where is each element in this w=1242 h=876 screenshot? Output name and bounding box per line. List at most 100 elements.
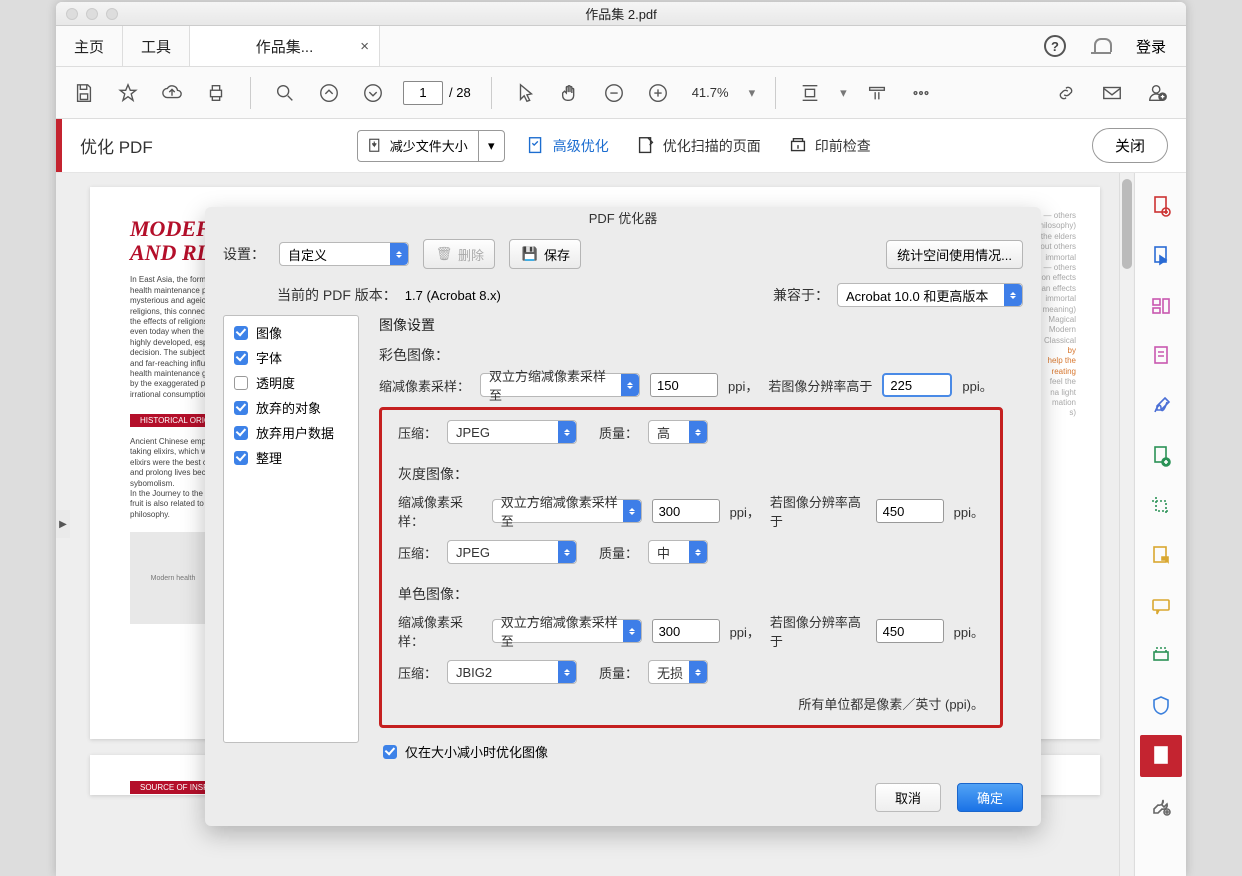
organize-icon[interactable] <box>1140 335 1182 377</box>
category-checkbox[interactable] <box>234 451 248 465</box>
category-checkbox[interactable] <box>234 326 248 340</box>
mono-compress-select[interactable]: JBIG2 <box>447 660 577 684</box>
hand-icon[interactable] <box>556 79 584 107</box>
gray-downsample-select[interactable]: 双立方缩减像素采样至 <box>492 499 642 523</box>
color-ppi-input[interactable] <box>650 373 718 397</box>
category-checkbox[interactable] <box>234 426 248 440</box>
zoom-in-icon[interactable] <box>644 79 672 107</box>
scrollbar[interactable] <box>1119 173 1133 876</box>
color-quality-select[interactable]: 高 <box>648 420 708 444</box>
tab-tools[interactable]: 工具 <box>123 26 190 66</box>
tab-document-label: 作品集... <box>256 36 314 57</box>
close-toolbar-button[interactable]: 关闭 <box>1092 128 1168 163</box>
category-item-3[interactable]: 放弃的对象 <box>224 395 358 420</box>
login-link[interactable]: 登录 <box>1136 36 1166 57</box>
dialog-title: PDF 优化器 <box>205 207 1041 231</box>
tab-document[interactable]: 作品集... × <box>190 26 380 66</box>
category-item-1[interactable]: 字体 <box>224 345 358 370</box>
gray-above-input[interactable] <box>876 499 944 523</box>
create-pdf-icon[interactable] <box>1140 185 1182 227</box>
export-pdf-icon[interactable] <box>1140 235 1182 277</box>
optimize-pdf-icon[interactable] <box>1140 735 1182 777</box>
advanced-optimize-button[interactable]: 高级优化 <box>519 135 615 157</box>
color-downsample-select[interactable]: 双立方缩减像素采样至 <box>480 373 640 397</box>
reduce-filesize-button[interactable]: 减少文件大小 ▾ <box>357 130 505 162</box>
fit-width-icon[interactable] <box>796 79 824 107</box>
star-icon[interactable] <box>114 79 142 107</box>
category-label: 整理 <box>256 448 282 467</box>
expand-left-panel-icon[interactable]: ▶ <box>56 510 70 538</box>
mono-downsample-select[interactable]: 双立方缩减像素采样至 <box>492 619 642 643</box>
print-prod-icon[interactable] <box>1140 635 1182 677</box>
preflight-button[interactable]: 印前检查 <box>781 135 877 157</box>
note-icon[interactable] <box>1140 585 1182 627</box>
bell-icon[interactable] <box>1090 35 1112 57</box>
protect-icon[interactable] <box>1140 685 1182 727</box>
compat-select[interactable]: Acrobat 10.0 和更高版本 <box>837 283 1023 307</box>
category-item-0[interactable]: 图像 <box>224 320 358 345</box>
search-icon[interactable] <box>271 79 299 107</box>
gray-ppi-input[interactable] <box>652 499 720 523</box>
optimize-scan-button[interactable]: 优化扫描的页面 <box>629 135 767 157</box>
close-tab-icon[interactable]: × <box>360 38 369 55</box>
page-down-icon[interactable] <box>359 79 387 107</box>
read-mode-icon[interactable] <box>863 79 891 107</box>
more-icon[interactable] <box>907 79 935 107</box>
more-tools-icon[interactable] <box>1140 785 1182 827</box>
scroll-thumb[interactable] <box>1122 179 1132 269</box>
email-icon[interactable] <box>1098 79 1126 107</box>
category-label: 放弃的对象 <box>256 398 321 417</box>
zoom-out-icon[interactable] <box>600 79 628 107</box>
mono-ppi-input[interactable] <box>652 619 720 643</box>
current-version-value: 1.7 (Acrobat 8.x) <box>405 288 501 303</box>
print-icon[interactable] <box>202 79 230 107</box>
optimize-only-smaller-label: 仅在大小减小时优化图像 <box>405 742 548 761</box>
close-window-icon[interactable] <box>66 8 78 20</box>
edit-pdf-icon[interactable] <box>1140 285 1182 327</box>
category-checkbox[interactable] <box>234 401 248 415</box>
crop-icon[interactable] <box>1140 485 1182 527</box>
page-up-icon[interactable] <box>315 79 343 107</box>
help-icon[interactable]: ? <box>1044 35 1066 57</box>
add-user-icon[interactable] <box>1144 79 1172 107</box>
color-compress-select[interactable]: JPEG <box>447 420 577 444</box>
minimize-window-icon[interactable] <box>86 8 98 20</box>
mono-above-input[interactable] <box>876 619 944 643</box>
page-current-input[interactable] <box>403 81 443 105</box>
mono-quality-select[interactable]: 无损 <box>648 660 708 684</box>
category-label: 透明度 <box>256 373 295 392</box>
pointer-icon[interactable] <box>512 79 540 107</box>
pdf-optimizer-dialog: PDF 优化器 设置： 自定义 🗑删除 💾保存 统计空间使用情况... 当前的 … <box>205 207 1041 826</box>
space-audit-button[interactable]: 统计空间使用情况... <box>886 240 1023 269</box>
category-item-5[interactable]: 整理 <box>224 445 358 470</box>
sign-icon[interactable] <box>1140 385 1182 427</box>
delete-preset-button[interactable]: 🗑删除 <box>423 239 495 269</box>
zoom-dropdown-icon[interactable]: ▾ <box>749 85 756 101</box>
accent-bar <box>56 119 62 172</box>
fit-dropdown-icon[interactable]: ▾ <box>840 85 847 101</box>
category-checkbox[interactable] <box>234 351 248 365</box>
save-icon[interactable] <box>70 79 98 107</box>
optimize-toolbar: 优化 PDF 减少文件大小 ▾ 高级优化 优化扫描的页面 印前检查 关闭 <box>56 119 1186 173</box>
save-preset-button[interactable]: 💾保存 <box>509 239 581 269</box>
cloud-upload-icon[interactable] <box>158 79 186 107</box>
zoom-level[interactable]: 41.7% <box>688 85 733 100</box>
reduce-filesize-dropdown[interactable]: ▾ <box>478 131 504 161</box>
comment-icon[interactable] <box>1140 535 1182 577</box>
maximize-window-icon[interactable] <box>106 8 118 20</box>
preset-select[interactable]: 自定义 <box>279 242 409 266</box>
gray-compress-select[interactable]: JPEG <box>447 540 577 564</box>
link-icon[interactable] <box>1052 79 1080 107</box>
category-item-2[interactable]: 透明度 <box>224 370 358 395</box>
combine-icon[interactable] <box>1140 435 1182 477</box>
category-item-4[interactable]: 放弃用户数据 <box>224 420 358 445</box>
category-checkbox[interactable] <box>234 376 248 390</box>
category-label: 放弃用户数据 <box>256 423 334 442</box>
page-indicator: / 28 <box>403 81 471 105</box>
optimize-only-smaller-checkbox[interactable] <box>383 745 397 759</box>
ok-button[interactable]: 确定 <box>957 783 1023 812</box>
color-above-input[interactable] <box>882 373 952 397</box>
tab-home[interactable]: 主页 <box>56 26 123 66</box>
cancel-button[interactable]: 取消 <box>875 783 941 812</box>
gray-quality-select[interactable]: 中 <box>648 540 708 564</box>
